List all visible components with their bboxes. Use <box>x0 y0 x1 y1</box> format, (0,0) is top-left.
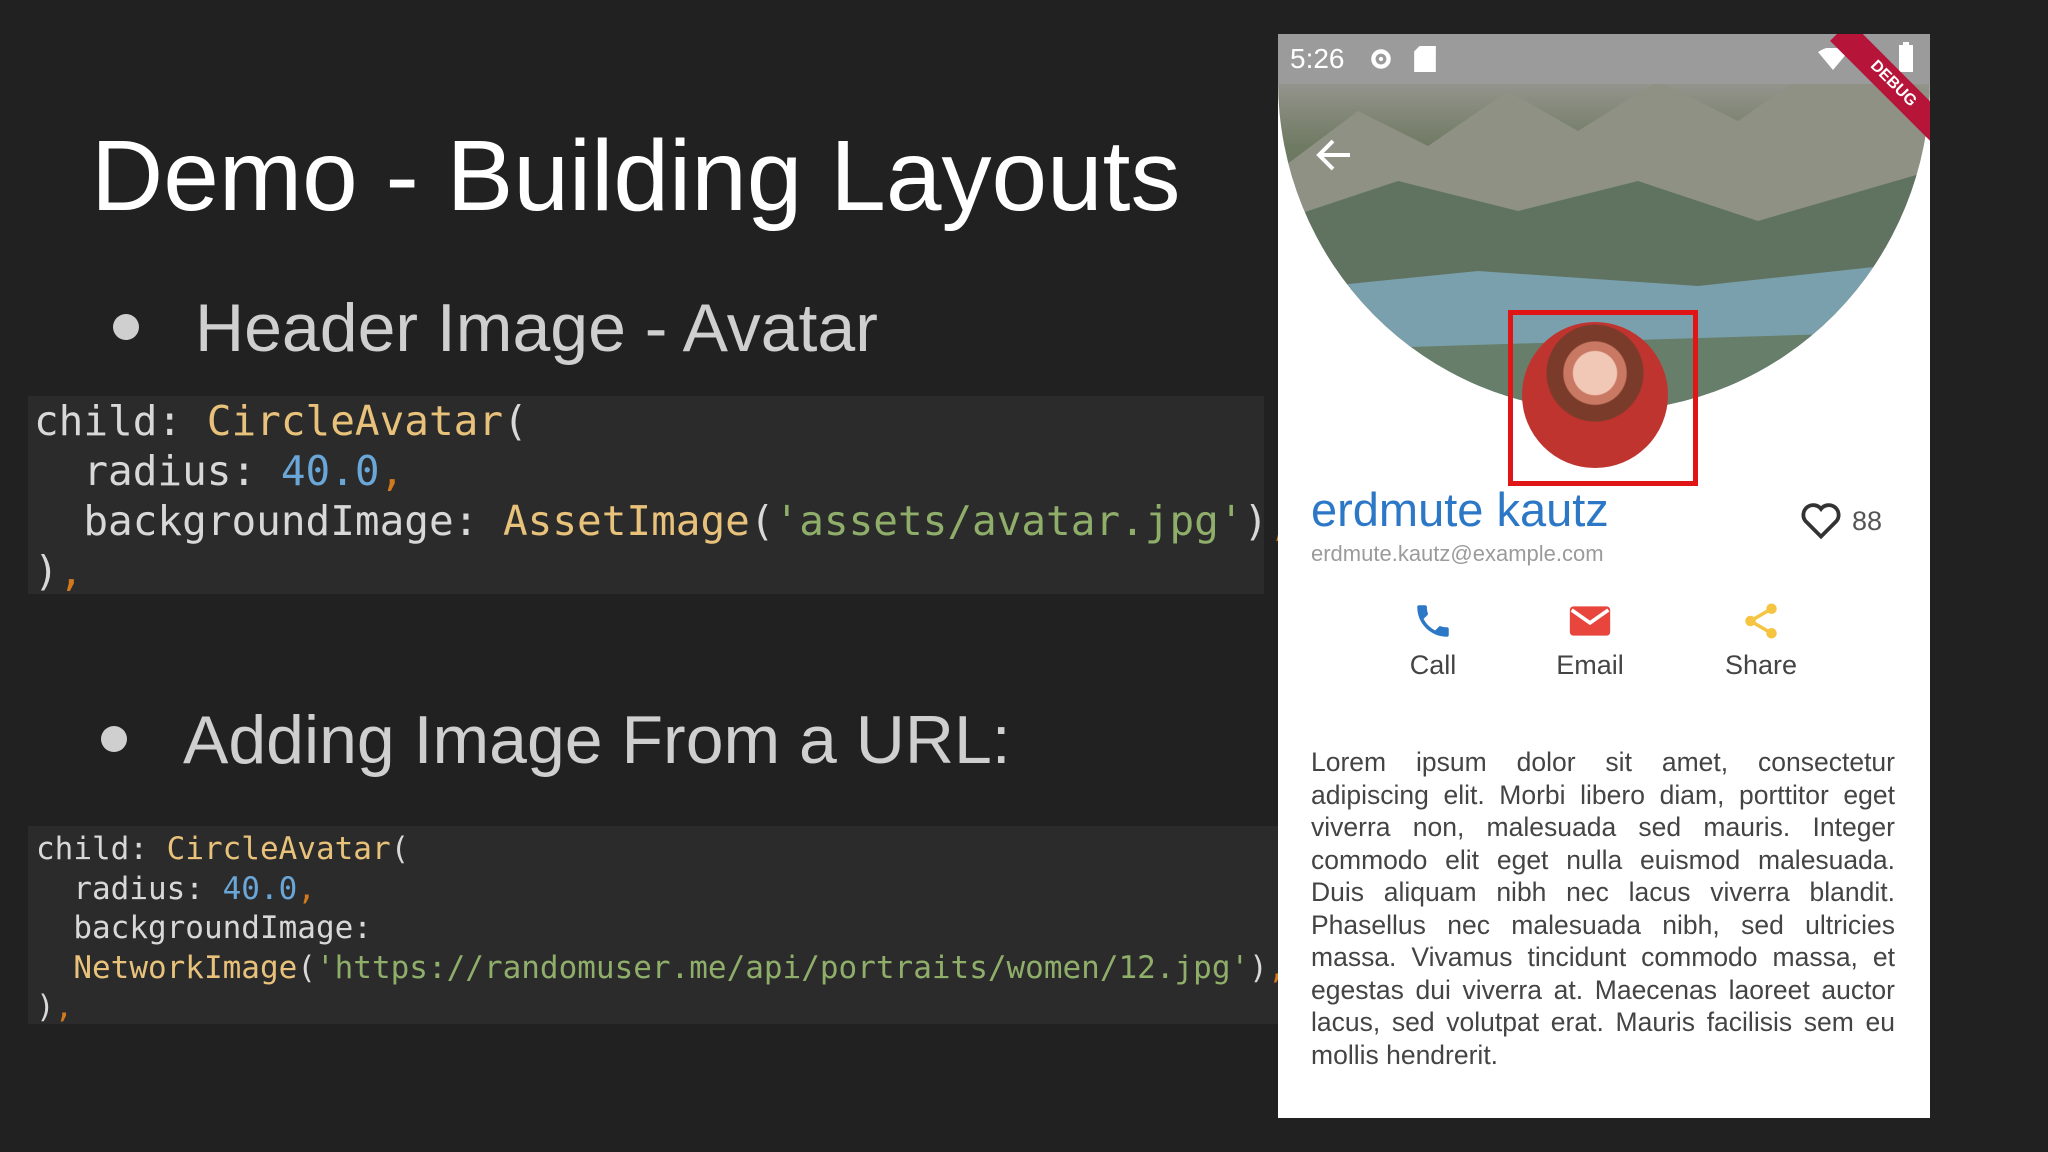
code-token: 40.0 <box>222 870 298 907</box>
code-token: AssetImage <box>503 497 750 545</box>
bullet-dot <box>101 726 127 753</box>
code-line: ), <box>34 546 1264 596</box>
code-token: radius: <box>34 447 281 495</box>
code-line: backgroundImage: AssetImage('assets/avat… <box>34 496 1293 546</box>
code-line: radius: 40.0, <box>34 446 1264 496</box>
code-token: ( <box>503 397 528 445</box>
code-token: ( <box>749 497 775 545</box>
bullet-header-image: Header Image - Avatar <box>113 294 878 362</box>
profile-name: erdmute kautz <box>1311 483 1609 536</box>
code-token: NetworkImage <box>36 949 298 986</box>
code-token: , <box>54 989 74 1025</box>
battery-icon <box>1899 42 1913 72</box>
code-token: ( <box>390 831 410 867</box>
bullet-text: Header Image - Avatar <box>195 290 878 366</box>
code-token: , <box>58 547 84 595</box>
call-button[interactable]: Call <box>1373 600 1493 681</box>
slide-title: Demo - Building Layouts <box>91 120 1181 232</box>
email-button[interactable]: Email <box>1530 600 1650 681</box>
settings-icon <box>1371 49 1391 69</box>
code-token: 'https://randomuser.me/api/portraits/wom… <box>315 949 1250 986</box>
code-token: radius: <box>36 870 223 907</box>
highlight-box <box>1508 310 1698 486</box>
share-icon <box>1745 603 1777 639</box>
code-token: backgroundImage: <box>34 497 503 545</box>
back-arrow-icon[interactable] <box>1316 138 1352 172</box>
code-token: CircleAvatar <box>206 397 504 445</box>
code-token: CircleAvatar <box>166 831 391 867</box>
code-token: ) <box>1243 497 1269 545</box>
code-token: ) <box>1249 949 1268 986</box>
code-token: child: <box>34 397 207 445</box>
share-button[interactable]: Share <box>1701 600 1821 681</box>
code-block-asset-image: child: CircleAvatar( radius: 40.0, backg… <box>28 396 1293 596</box>
email-label: Email <box>1556 650 1624 680</box>
code-token: 40.0 <box>280 447 380 495</box>
code-token: 'assets/avatar.jpg' <box>774 497 1244 545</box>
code-token: ) <box>34 547 59 595</box>
code-line: NetworkImage('https://randomuser.me/api/… <box>36 949 1286 989</box>
code-token: , <box>379 447 405 495</box>
code-token: ( <box>297 949 316 986</box>
call-label: Call <box>1409 650 1457 680</box>
code-token: child: <box>36 831 167 867</box>
code-line: backgroundImage: <box>36 909 1278 949</box>
sd-card-icon <box>1414 46 1436 72</box>
code-token: , <box>297 870 316 907</box>
phone-screen: 5:26 DEBUG erdmute kautz erdmute.kautz@e… <box>1278 34 1930 1118</box>
likes-count: 88 <box>1852 505 1883 536</box>
profile-bio: Lorem ipsum dolor sit amet, consectetur … <box>1311 747 1895 1070</box>
code-line: radius: 40.0, <box>36 870 1278 910</box>
phone-icon <box>1417 605 1449 637</box>
share-label: Share <box>1724 650 1798 680</box>
mail-icon <box>1569 606 1611 636</box>
bullet-text: Adding Image From a URL: <box>183 702 1011 778</box>
status-time: 5:26 <box>1290 43 1345 74</box>
bullet-dot <box>113 314 139 341</box>
code-block-network-image: child: CircleAvatar( radius: 40.0, backg… <box>28 826 1287 1025</box>
code-line: ), <box>36 988 1278 1028</box>
profile-email: erdmute.kautz@example.com <box>1311 541 1604 566</box>
code-line: child: CircleAvatar( <box>36 830 1278 870</box>
bullet-network-image: Adding Image From a URL: <box>101 706 1011 774</box>
code-token: ) <box>36 989 55 1025</box>
heart-icon[interactable] <box>1800 502 1842 540</box>
like-counter[interactable]: 88 <box>1800 502 1882 540</box>
code-token: backgroundImage: <box>36 910 372 946</box>
code-line: child: CircleAvatar( <box>34 396 1264 446</box>
